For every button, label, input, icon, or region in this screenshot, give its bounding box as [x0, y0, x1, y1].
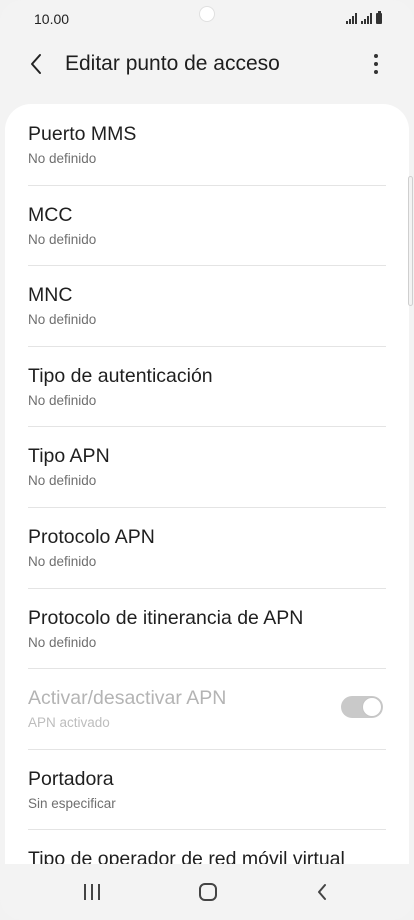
scrollbar[interactable]	[408, 176, 413, 306]
status-bar: 10.00	[0, 0, 414, 38]
item-title: Protocolo APN	[28, 525, 155, 548]
home-button[interactable]	[186, 874, 230, 910]
item-title: Puerto MMS	[28, 123, 137, 145]
item-title: MNC	[28, 284, 73, 307]
list-item-tipo-apn[interactable]: Tipo APN No definido	[5, 426, 409, 507]
back-button[interactable]	[18, 48, 54, 80]
list-item-tipo-operador-mvno[interactable]: Tipo de operador de red móvil virtual	[5, 829, 409, 864]
status-time: 10.00	[34, 11, 70, 27]
item-subtitle: Sin especificar	[28, 795, 116, 811]
recent-apps-button[interactable]	[70, 874, 114, 910]
recent-apps-icon	[84, 884, 100, 900]
list-item-activar-apn: Activar/desactivar APN APN activado	[5, 668, 409, 749]
item-title: Tipo de autenticación	[28, 364, 213, 387]
item-title: Tipo APN	[28, 445, 110, 468]
item-subtitle: No definido	[28, 231, 97, 247]
signal-icon	[346, 13, 357, 24]
list-item-portadora[interactable]: Portadora Sin especificar	[5, 748, 409, 830]
battery-icon	[376, 11, 382, 24]
more-vertical-icon	[374, 54, 378, 58]
list-item-mcc[interactable]: MCC No definido	[5, 184, 409, 266]
item-title: Activar/desactivar APN	[28, 687, 227, 710]
item-subtitle: No definido	[28, 473, 97, 489]
item-title: MCC	[28, 203, 73, 226]
signal-icon	[361, 13, 372, 24]
more-options-button[interactable]	[360, 48, 392, 80]
item-subtitle: No definido	[28, 151, 97, 166]
back-icon	[318, 884, 326, 900]
item-title: Protocolo de itinerancia de APN	[28, 606, 304, 629]
toggle-knob	[362, 697, 382, 718]
item-subtitle: No definido	[28, 392, 97, 408]
item-subtitle: No definido	[28, 553, 97, 569]
app-bar: Editar punto de acceso	[0, 40, 414, 88]
navigation-bar	[0, 864, 414, 920]
home-icon	[199, 883, 217, 901]
nav-back-button[interactable]	[300, 874, 344, 910]
item-title: Portadora	[28, 767, 114, 790]
status-icons	[346, 11, 382, 24]
screen: 10.00 Editar punto de acceso Puerto MMS …	[0, 0, 414, 920]
item-title: Tipo de operador de red móvil virtual	[28, 848, 345, 864]
settings-list: Puerto MMS No definido MCC No definido M…	[5, 104, 409, 864]
front-camera	[199, 6, 215, 22]
list-item-tipo-autenticacion[interactable]: Tipo de autenticación No definido	[5, 345, 409, 427]
page-title: Editar punto de acceso	[65, 52, 280, 75]
apn-toggle-switch	[341, 696, 383, 719]
list-item-mnc[interactable]: MNC No definido	[5, 265, 409, 346]
item-subtitle: No definido	[28, 312, 97, 328]
list-item-protocolo-itinerancia[interactable]: Protocolo de itinerancia de APN No defin…	[5, 587, 409, 669]
item-subtitle: APN activado	[28, 715, 110, 731]
list-item-protocolo-apn[interactable]: Protocolo APN No definido	[5, 506, 409, 588]
item-subtitle: No definido	[28, 634, 97, 650]
list-item-puerto-mms[interactable]: Puerto MMS No definido	[5, 104, 409, 185]
chevron-left-icon	[31, 54, 41, 74]
